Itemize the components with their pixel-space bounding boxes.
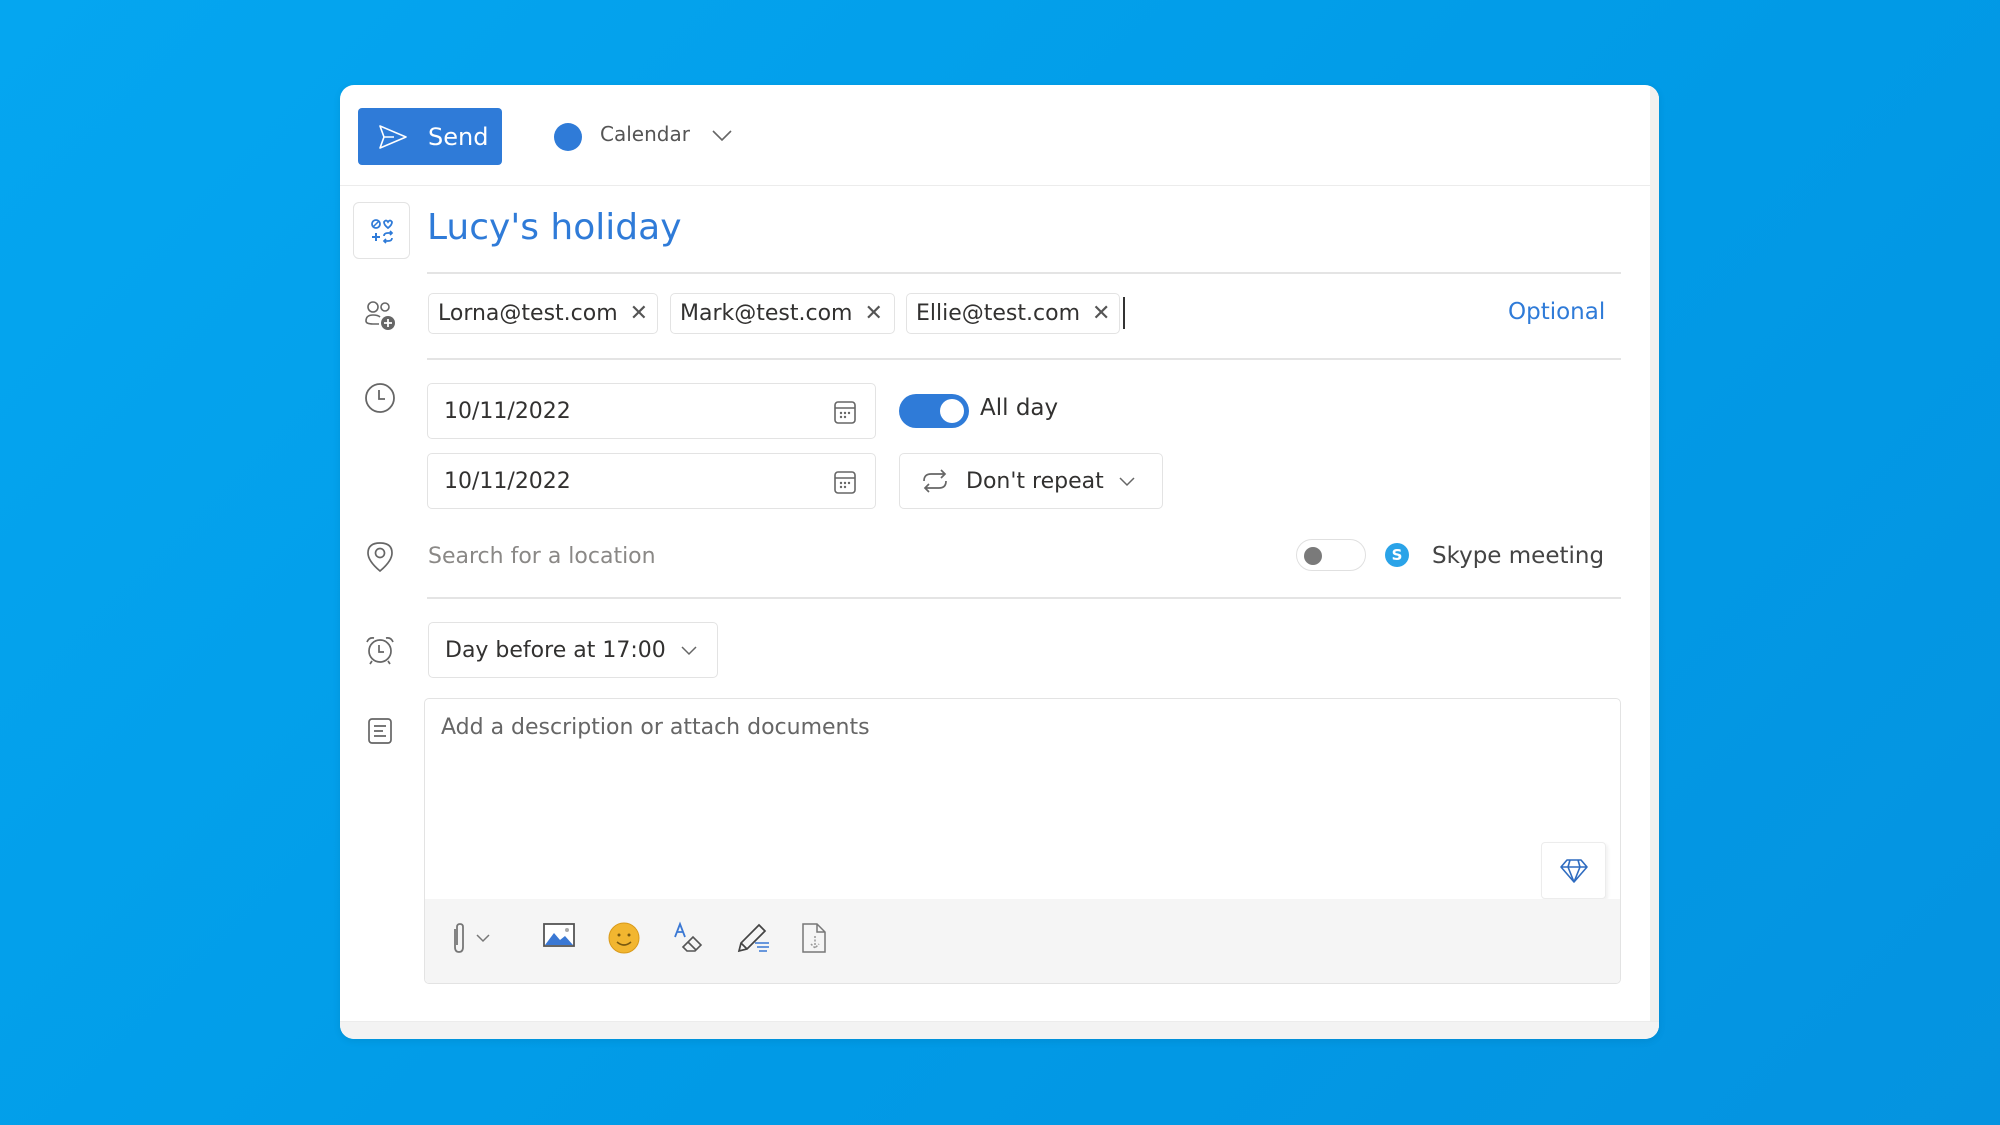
chevron-down-icon (681, 645, 697, 655)
event-title-input[interactable]: Lucy's holiday (427, 207, 682, 248)
insert-image-button[interactable] (542, 921, 576, 949)
add-people-icon (360, 295, 400, 335)
attendee-chip[interactable]: Lorna@test.com ✕ (428, 293, 658, 334)
new-event-panel: Send Calendar Lucy's holiday Lorna@test.… (340, 85, 1659, 1039)
repeat-dropdown[interactable]: Don't repeat (899, 453, 1163, 509)
document-download-icon (802, 923, 826, 953)
panel-scroll-strip (1650, 85, 1659, 1039)
chevron-down-icon[interactable] (711, 129, 733, 143)
reminder-value: Day before at 17:00 (445, 637, 666, 663)
signature-button[interactable] (735, 921, 771, 955)
description-editor[interactable]: Add a description or attach documents (424, 698, 1621, 984)
alarm-icon (360, 630, 400, 670)
signature-pen-icon (737, 923, 769, 953)
premium-button[interactable] (1541, 842, 1606, 899)
chevron-down-icon (476, 934, 490, 943)
all-day-toggle[interactable] (899, 394, 969, 428)
clock-icon (360, 378, 400, 418)
category-button[interactable] (353, 202, 410, 259)
calendar-icon[interactable] (833, 469, 857, 495)
notes-icon (360, 711, 400, 751)
location-search-input[interactable]: Search for a location (428, 544, 656, 569)
remove-attendee-icon[interactable]: ✕ (630, 301, 648, 326)
location-divider (427, 597, 1621, 599)
description-toolbar (425, 899, 1620, 983)
calendar-selector-label[interactable]: Calendar (600, 122, 690, 146)
category-icon (370, 218, 393, 244)
image-icon (543, 923, 575, 947)
attendee-email: Ellie@test.com (916, 301, 1081, 326)
start-date-value: 10/11/2022 (444, 398, 571, 424)
all-day-label: All day (980, 395, 1059, 421)
skype-meeting-toggle[interactable] (1296, 539, 1366, 571)
insert-emoji-button[interactable] (607, 921, 641, 955)
format-text-icon (674, 921, 703, 952)
attendee-email: Mark@test.com (680, 301, 853, 326)
end-date-value: 10/11/2022 (444, 468, 571, 494)
start-date-input[interactable]: 10/11/2022 (427, 383, 876, 439)
chevron-down-icon (1119, 476, 1135, 486)
skype-meeting-label: Skype meeting (1432, 543, 1605, 569)
header-divider (340, 185, 1650, 186)
toggle-knob (1304, 547, 1322, 565)
reminder-dropdown[interactable]: Day before at 17:00 (428, 622, 718, 678)
remove-attendee-icon[interactable]: ✕ (1092, 301, 1110, 326)
save-document-button[interactable] (799, 921, 829, 955)
toggle-knob (940, 399, 964, 423)
send-button[interactable]: Send (358, 108, 502, 165)
format-text-button[interactable] (671, 921, 705, 955)
attendee-input-caret[interactable] (1123, 297, 1125, 329)
repeat-icon (923, 469, 947, 493)
emoji-icon (608, 922, 640, 954)
remove-attendee-icon[interactable]: ✕ (864, 301, 882, 326)
attendee-chip[interactable]: Ellie@test.com ✕ (906, 293, 1120, 334)
send-label: Send (428, 122, 489, 151)
diamond-icon (1559, 858, 1588, 883)
repeat-value: Don't repeat (966, 468, 1104, 494)
description-placeholder[interactable]: Add a description or attach documents (441, 715, 870, 740)
send-icon (379, 124, 407, 149)
end-date-input[interactable]: 10/11/2022 (427, 453, 876, 509)
skype-icon: S (1385, 543, 1409, 567)
attendee-chip[interactable]: Mark@test.com ✕ (670, 293, 895, 334)
panel-footer-strip (340, 1021, 1659, 1039)
title-divider (427, 272, 1621, 274)
optional-attendees-link[interactable]: Optional (1508, 299, 1605, 325)
calendar-color-dot[interactable] (554, 123, 582, 151)
calendar-icon[interactable] (833, 399, 857, 425)
paperclip-icon (454, 923, 464, 953)
attendee-email: Lorna@test.com (438, 301, 618, 326)
attendees-divider (427, 358, 1621, 360)
location-pin-icon (360, 537, 400, 577)
attach-button[interactable] (451, 921, 491, 955)
